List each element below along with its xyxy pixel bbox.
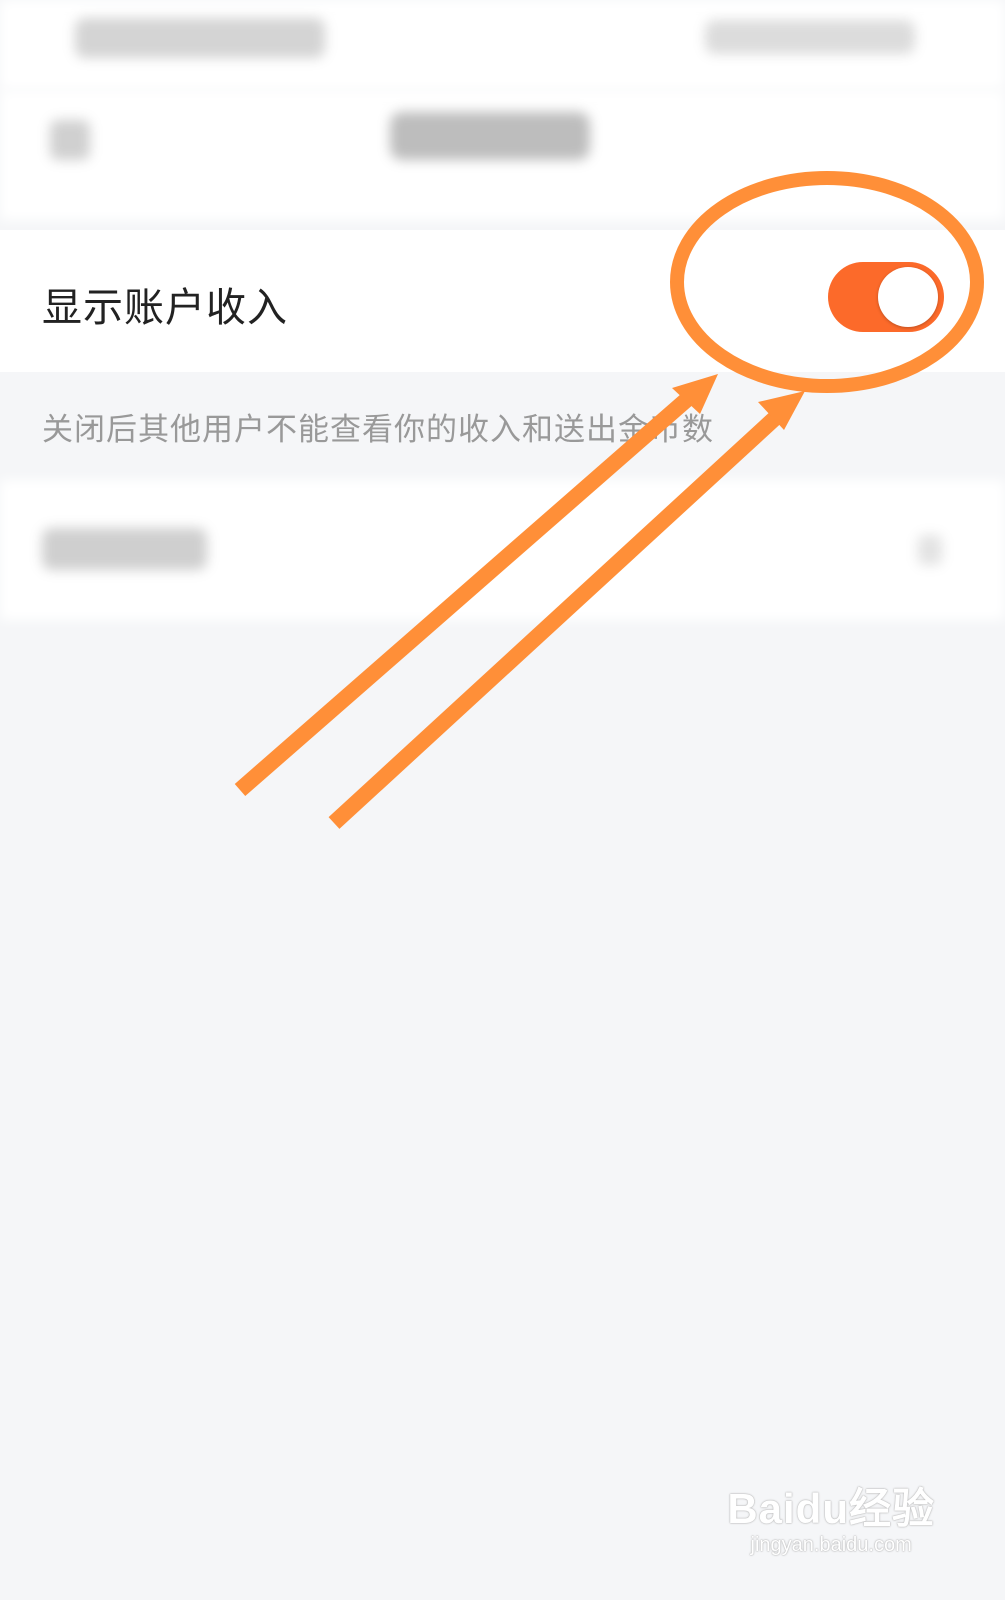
- chevron-right-icon: [918, 535, 942, 565]
- toggle-knob: [878, 267, 938, 327]
- page-title-blurred: [390, 112, 590, 160]
- nav-bar: [0, 90, 1005, 220]
- baidu-jingyan-watermark: Baidu经验 jingyan.baidu.com: [727, 1475, 935, 1557]
- setting-hint-text: 关闭后其他用户不能查看你的收入和送出金币数: [42, 412, 714, 448]
- status-bar: [0, 0, 1005, 90]
- setting-row-label-blurred: [42, 528, 207, 570]
- status-bar-right-blurred: [705, 20, 915, 54]
- status-bar-left-blurred: [75, 18, 325, 58]
- watermark-url: jingyan.baidu.com: [750, 1534, 912, 1556]
- setting-row-blurred[interactable]: [0, 480, 1005, 620]
- setting-label: 显示账户收入: [42, 285, 288, 331]
- watermark-logo: Baidu经验: [727, 1485, 935, 1532]
- setting-row-show-income: 显示账户收入: [0, 230, 1005, 372]
- back-icon[interactable]: [50, 120, 90, 160]
- show-income-toggle[interactable]: [828, 262, 944, 332]
